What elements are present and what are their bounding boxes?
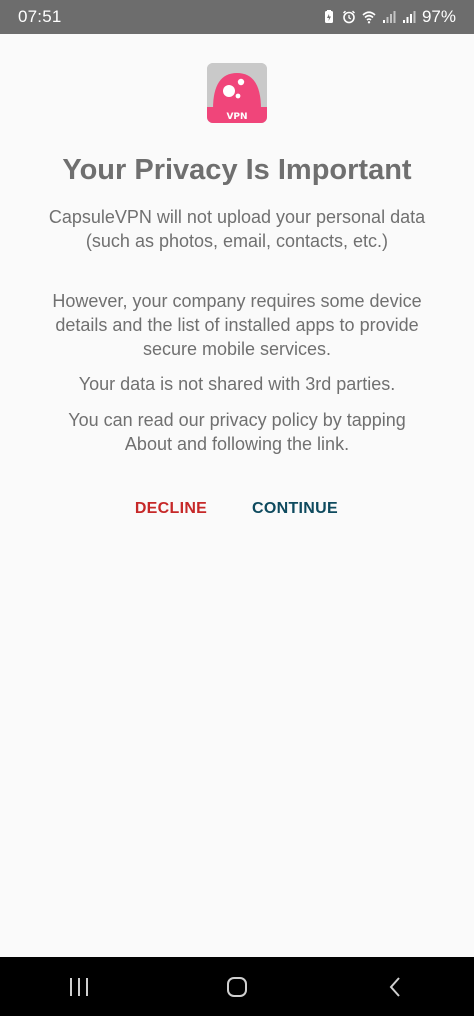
privacy-paragraph: CapsuleVPN will not upload your personal… — [48, 207, 426, 251]
status-time: 07:51 — [18, 7, 62, 26]
navigation-bar — [0, 957, 474, 1016]
recent-apps-icon — [70, 977, 88, 996]
status-icons: 97% — [322, 7, 456, 27]
back-icon — [389, 976, 400, 997]
home-button[interactable] — [217, 967, 257, 1007]
logo-badge-text: VPN — [226, 112, 247, 122]
home-icon — [227, 976, 247, 997]
decline-button[interactable]: DECLINE — [124, 496, 218, 522]
privacy-paragraph: However, your company requires some devi… — [52, 291, 422, 359]
continue-button[interactable]: CONTINUE — [245, 496, 345, 522]
app-logo: VPN — [207, 63, 267, 123]
wifi-icon — [362, 10, 376, 24]
signal-icon — [402, 10, 416, 24]
privacy-paragraph: You can read our privacy policy by tappi… — [68, 410, 406, 454]
privacy-paragraph: Your data is not shared with 3rd parties… — [78, 374, 396, 394]
signal-icon — [382, 10, 396, 24]
back-button[interactable] — [375, 967, 415, 1007]
page-title: Your Privacy Is Important — [62, 154, 412, 186]
recent-apps-button[interactable] — [59, 967, 99, 1007]
alarm-icon — [342, 10, 356, 24]
battery-level: 97% — [421, 7, 456, 26]
privacy-screen: VPN Your Privacy Is Important CapsuleVPN… — [0, 34, 474, 957]
status-bar: 07:51 97% — [0, 0, 474, 34]
battery-saver-icon — [322, 10, 336, 24]
